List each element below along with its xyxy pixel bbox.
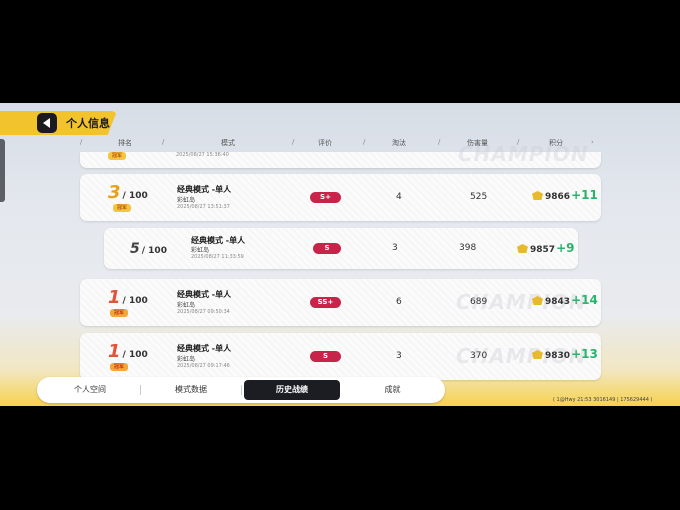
kills-value: 3	[396, 351, 402, 361]
score-gain: +13	[571, 347, 598, 361]
grade-badge: S	[313, 243, 341, 254]
rank-total: / 100	[141, 246, 167, 256]
nav-separator	[140, 385, 141, 395]
history-row[interactable]: 1/ 100 冠军 经典模式 -单人 彩虹岛 2025/08/27 09:17:…	[80, 333, 601, 380]
history-row[interactable]: 3/ 100 冠军 经典模式 -单人 彩虹岛 2025/08/27 13:51:…	[80, 174, 601, 221]
rank-number: 1	[108, 341, 121, 362]
score: 9843+14	[532, 293, 598, 307]
match-map: 彩虹岛	[177, 302, 196, 309]
match-time: 2025/08/27 13:51:37	[177, 204, 230, 210]
match-time: 2025/08/27 11:33:59	[191, 254, 244, 260]
grade-badge: S+	[310, 192, 341, 203]
match-time: 2025/08/27 15:36:40	[176, 152, 229, 158]
column-separator: /	[363, 138, 366, 146]
rank: 5/ 100	[130, 238, 167, 257]
score-value: 9857	[530, 245, 556, 255]
trophy-icon	[532, 191, 543, 200]
match-map: 彩虹岛	[177, 356, 196, 363]
rank-total: / 100	[122, 350, 148, 360]
score-gain: +14	[571, 293, 598, 307]
score-value: 9843	[545, 297, 571, 307]
score-value: 9830	[545, 351, 571, 361]
match-map: 彩虹岛	[177, 197, 196, 204]
rank: 1/ 100	[108, 341, 148, 362]
tab-achievements[interactable]: 成就	[345, 377, 440, 403]
page-title: 个人信息	[66, 117, 110, 130]
tab-mode-data[interactable]: 模式数据	[145, 377, 237, 403]
score-gain: +11	[571, 188, 598, 202]
champion-badge: 冠军	[113, 204, 132, 212]
history-row-partial[interactable]: 冠军 2025/08/27 15:36:40 CHAMPION	[80, 142, 601, 168]
side-panel-handle[interactable]	[0, 139, 5, 202]
rank-number: 3	[108, 182, 121, 203]
column-separator: /	[292, 138, 295, 146]
rank: 3/ 100	[108, 182, 148, 203]
rank-number: 5	[130, 241, 140, 257]
tab-personal-space[interactable]: 个人空间	[45, 377, 135, 403]
rank-total: / 100	[122, 191, 148, 201]
tab-match-history[interactable]: 历史战绩	[244, 380, 340, 400]
match-mode: 经典模式 -单人	[177, 185, 232, 194]
damage-value: 689	[470, 297, 488, 307]
kills-value: 3	[392, 243, 398, 253]
rank: 1/ 100	[108, 287, 148, 308]
trophy-icon	[517, 244, 528, 253]
match-time: 2025/08/27 09:17:46	[177, 363, 230, 369]
kills-value: 6	[396, 297, 402, 307]
damage-value: 370	[470, 351, 488, 361]
champion-badge: 冠军	[108, 152, 127, 160]
column-separator: ›	[591, 138, 594, 146]
rank-total: / 100	[122, 296, 148, 306]
kills-value: 4	[396, 192, 402, 202]
damage-value: 525	[470, 192, 488, 202]
match-mode: 经典模式 -单人	[177, 344, 232, 353]
column-kills: 淘汰	[392, 139, 406, 147]
champion-badge: 冠军	[110, 363, 129, 371]
column-mode: 模式	[221, 139, 235, 147]
champion-badge: 冠军	[110, 309, 129, 317]
grade-badge: S	[310, 351, 341, 362]
grade-badge: SS+	[310, 297, 341, 308]
column-separator: /	[80, 138, 83, 146]
history-row[interactable]: 1/ 100 冠军 经典模式 -单人 彩虹岛 2025/08/27 09:50:…	[80, 279, 601, 326]
champion-watermark: CHAMPION	[458, 142, 589, 166]
rank-number: 1	[108, 287, 121, 308]
score: 9866+11	[532, 188, 598, 202]
match-mode: 经典模式 -单人	[177, 290, 232, 299]
score: 9830+13	[532, 347, 598, 361]
damage-value: 398	[459, 243, 477, 253]
game-screen: 个人信息 / 排名 / 模式 / 评价 / 淘汰 / 伤害量 / 积分 › 冠军…	[0, 103, 680, 406]
column-rank: 排名	[118, 139, 132, 147]
match-time: 2025/08/27 09:50:34	[177, 309, 230, 315]
column-separator: /	[438, 138, 441, 146]
player-id-text: ( 1@Hwy 21:53 3016149 | 175629444 )	[553, 397, 653, 403]
nav-separator	[241, 385, 242, 395]
trophy-icon	[532, 350, 543, 359]
score: 9857+9	[517, 241, 574, 255]
history-row[interactable]: 5/ 100 经典模式 -单人 彩虹岛 2025/08/27 11:33:59 …	[104, 228, 578, 269]
score-gain: +9	[556, 241, 575, 255]
back-button[interactable]	[37, 113, 57, 133]
column-grade: 评价	[318, 139, 332, 147]
trophy-icon	[532, 296, 543, 305]
match-map: 彩虹岛	[191, 247, 210, 254]
column-separator: /	[162, 138, 165, 146]
bottom-nav: 个人空间 模式数据 历史战绩 成就	[37, 377, 445, 403]
score-value: 9866	[545, 192, 571, 202]
